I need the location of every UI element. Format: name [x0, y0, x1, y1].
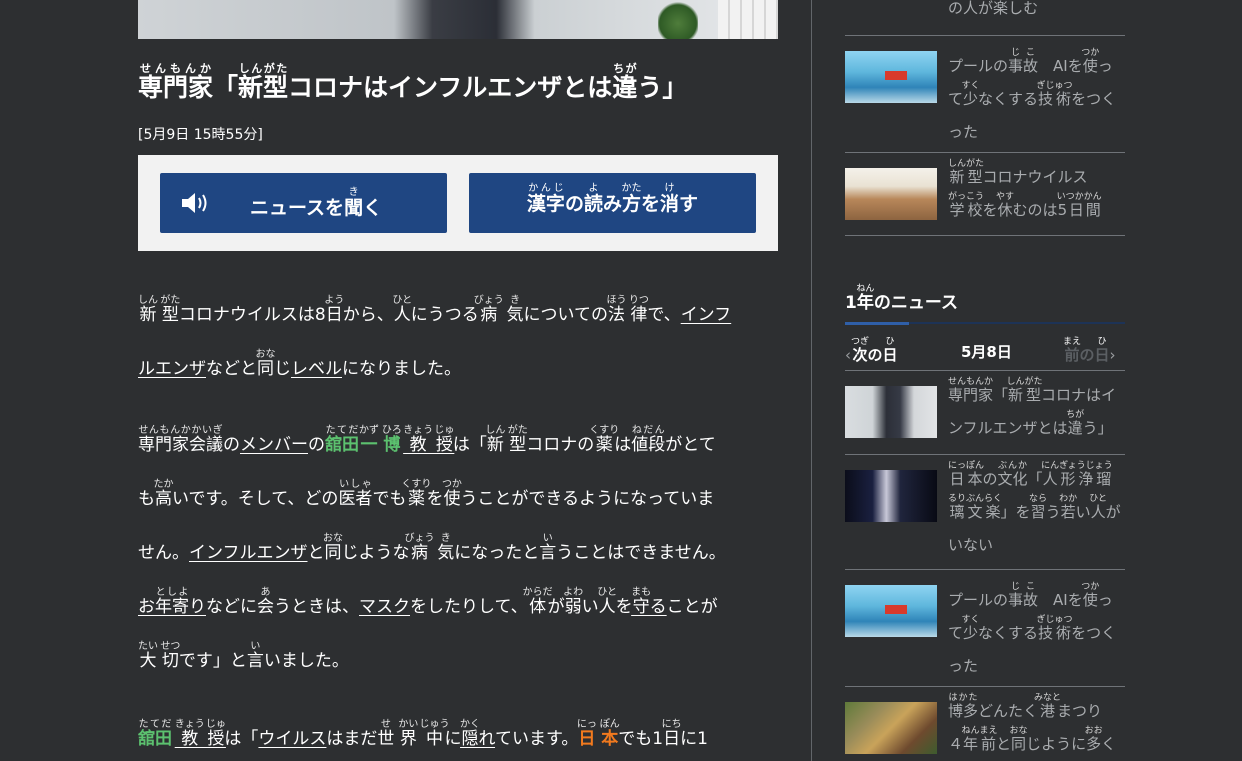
sidebar-news-title: 新型しんがたコロナウイルス 学校がっこうを休やすむのは5日間いつかかん: [948, 159, 1102, 219]
news-thumbnail: [845, 386, 937, 438]
body-line: 新しん 型がたコロナウイルスは8日ようから、人ひとにうつる病びょう 気きについて…: [138, 295, 732, 325]
date-navigator: ‹次つぎの日ひ 5月8日 前まえの日ひ›: [845, 331, 1125, 367]
prev-day-button[interactable]: 前まえの日ひ›: [1063, 337, 1116, 365]
news-thumbnail: [845, 168, 937, 220]
article-date: [5月9日 15時55分]: [138, 127, 263, 143]
photo-plant: [658, 0, 698, 39]
sidebar-news-item[interactable]: 新型しんがたコロナウイルス 学校がっこうを休やすむのは5日間いつかかん: [845, 153, 1125, 235]
glossary-link-professor[interactable]: 教きょう 授じゅ: [403, 425, 454, 455]
glossary-link-hidden[interactable]: 隠かくれ: [460, 719, 495, 749]
sidebar-news-title: 専門家せんもんか「新型しんがたコロナはイ ンフルエンザとは違ちがう」: [948, 377, 1117, 437]
glossary-link-mask[interactable]: マスク: [359, 597, 410, 617]
section-underline-accent: [845, 322, 909, 325]
glossary-link-virus[interactable]: ウイルス: [258, 729, 326, 749]
sidebar-news-title: 日本にっぽんの文化ぶんか「人形浄瑠璃にんぎょうじょうるり文楽ぶんらく」を習ならう…: [948, 461, 1121, 554]
listen-news-button[interactable]: ニュースを聞きく: [160, 173, 447, 233]
body-line: 大たい 切せつです」と言いいました。: [138, 641, 349, 671]
chevron-right-icon: ›: [1109, 346, 1116, 364]
sidebar-news-title: プールの事故じこ AIを使つかって少すくなくする技術ぎじゅつをつくった: [948, 582, 1117, 675]
news-thumbnail: [845, 51, 937, 103]
body-line: 専門家会議せんもんかかいぎのメンバーの舘田たてだ一かず 博ひろ 教きょう 授じゅ…: [138, 425, 716, 455]
person-name: 舘田たてだ一かず 博ひろ: [325, 425, 402, 455]
article-title: 専門家せんもんか「新型しんがたコロナはインフルエンザとは違ちがう」: [138, 62, 688, 102]
sidebar-news-item[interactable]: 博多はかたどんたく港みなとまつり ４年前ねんまえと同おなじように多おおく: [845, 687, 1125, 761]
article-photo: [138, 0, 778, 39]
news-thumbnail: [845, 702, 937, 754]
glossary-link-protect[interactable]: 守まもる: [631, 587, 667, 617]
hide-furigana-label: 漢字かんじの読よみ方かたを消けす: [526, 182, 699, 215]
sidebar-news-item[interactable]: プールの事故じこ AIを使つかって少すくなくする技術ぎじゅつをつくった: [845, 570, 1125, 686]
glossary-link-influenza[interactable]: ルエンザ: [138, 359, 206, 379]
news-thumbnail: [845, 585, 937, 637]
column-divider: [811, 0, 812, 761]
current-date: 5月8日: [961, 343, 1012, 361]
glossary-link-influenza[interactable]: インフルエンザ: [189, 543, 308, 563]
sidebar-news-item[interactable]: 日本にっぽんの文化ぶんか「人形浄瑠璃にんぎょうじょうるり文楽ぶんらく」を習ならう…: [845, 455, 1125, 569]
sidebar-news-title: 博多はかたどんたく港みなとまつり ４年前ねんまえと同おなじように多おおく: [948, 693, 1117, 753]
sidebar-separator: [845, 235, 1125, 236]
glossary-link-level[interactable]: レベル: [291, 359, 342, 379]
body-line: せん。インフルエンザと同おなじような病びょう 気きになったと言いうことはできませ…: [138, 533, 726, 563]
sidebar-news-title: プールの事故じこ AIを使つかって少すくなくする技術ぎじゅつをつくった: [948, 48, 1117, 141]
next-day-button[interactable]: ‹次つぎの日ひ: [845, 337, 898, 365]
hide-furigana-button[interactable]: 漢字かんじの読よみ方かたを消けす: [469, 173, 756, 233]
article-toolbar: ニュースを聞きく 漢字かんじの読よみ方かたを消けす: [138, 155, 778, 251]
section-title: 1年ねんのニュース: [845, 284, 958, 313]
sidebar-news-title: の人ひとが楽たのしむ: [948, 0, 1039, 17]
glossary-link-influenza[interactable]: インフ: [681, 305, 732, 325]
listen-news-label: ニュースを聞きく: [250, 187, 383, 219]
glossary-link-professor[interactable]: 教きょう 授じゅ: [175, 719, 226, 749]
body-line: 舘田たてだ 教きょう 授じゅは「ウイルスはまだ世せ 界かい 中じゅうに隠かくれて…: [138, 719, 708, 749]
sidebar-news-item[interactable]: の人ひとが楽たのしむ: [845, 0, 1125, 35]
body-line: ルエンザなどと同おなじレベルになりました。: [138, 349, 461, 379]
speaker-icon: [182, 193, 207, 213]
body-line: お年寄としよりなどに会あうときは、マスクをしたりして、体からだが弱よわい人ひとを…: [138, 587, 718, 617]
sidebar-news-item[interactable]: 専門家せんもんか「新型しんがたコロナはイ ンフルエンザとは違ちがう」: [845, 371, 1125, 454]
photo-shelf: [718, 0, 778, 39]
place-name: 日にっ 本ぽん: [576, 719, 620, 749]
news-thumbnail: [845, 470, 937, 522]
person-name: 舘田たてだ: [138, 719, 172, 749]
sidebar-news-item[interactable]: プールの事故じこ AIを使つかって少すくなくする技術ぎじゅつをつくった: [845, 36, 1125, 152]
glossary-link-member[interactable]: メンバー: [240, 435, 308, 455]
glossary-link-elderly[interactable]: お年寄としより: [138, 587, 206, 617]
body-line: も高たかいです。そして、どの医者いしゃでも薬くすりを使つかうことができるようにな…: [138, 479, 715, 509]
